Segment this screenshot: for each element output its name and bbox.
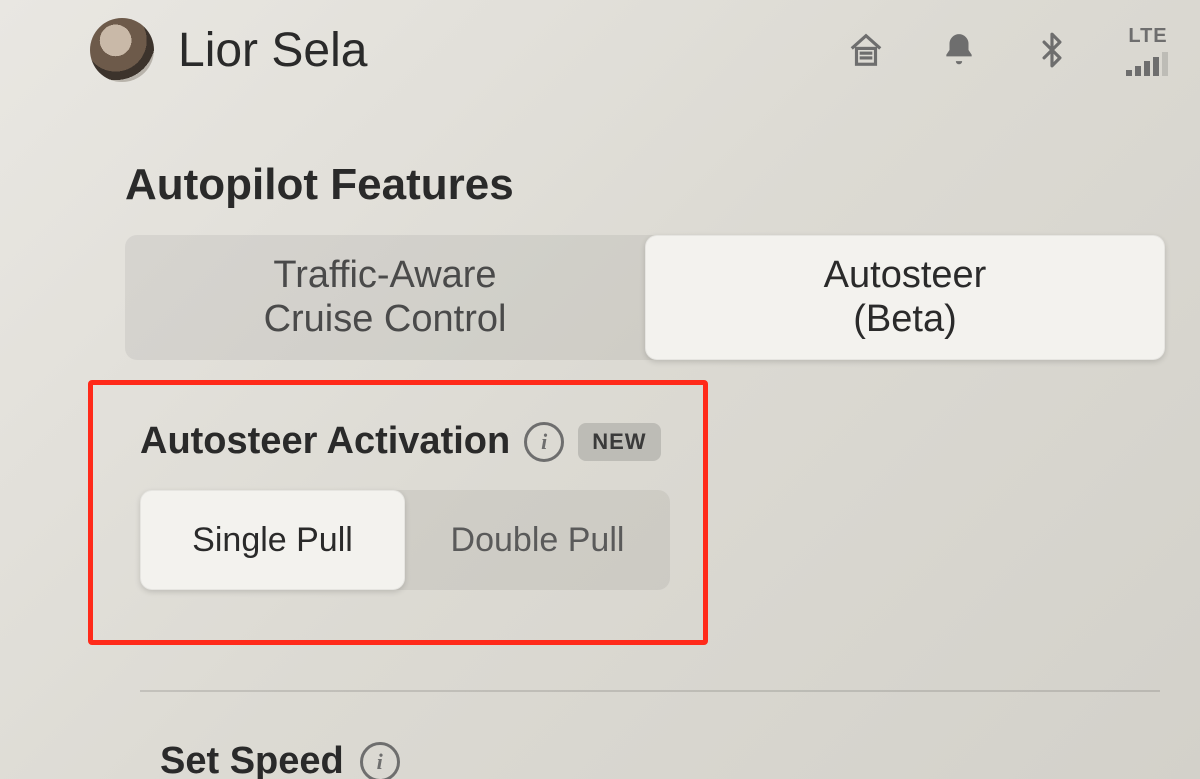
autopilot-mode-selector: Traffic-Aware Cruise Control Autosteer (… [125, 235, 1165, 360]
user-avatar[interactable] [90, 18, 154, 82]
mode-option-tacc-line1: Traffic-Aware [264, 254, 507, 298]
autosteer-activation-label: Autosteer Activation [140, 420, 510, 463]
new-badge: NEW [578, 423, 660, 461]
section-title: Autopilot Features [125, 160, 514, 210]
cellular-signal[interactable]: LTE [1126, 25, 1170, 76]
mode-option-tacc-line2: Cruise Control [264, 298, 507, 342]
mode-option-autosteer-line1: Autosteer [824, 254, 987, 298]
set-speed-label: Set Speed [160, 740, 344, 779]
signal-bars-icon [1126, 52, 1170, 76]
info-icon[interactable]: i [524, 422, 564, 462]
mode-option-tacc[interactable]: Traffic-Aware Cruise Control [125, 235, 645, 360]
network-label: LTE [1128, 25, 1167, 48]
activation-option-double-pull[interactable]: Double Pull [405, 490, 670, 590]
bluetooth-icon[interactable] [1033, 28, 1071, 72]
user-name[interactable]: Lior Sela [178, 23, 367, 78]
info-icon[interactable]: i [360, 742, 400, 779]
autosteer-activation-row: Autosteer Activation i NEW [140, 420, 661, 463]
settings-screen: Lior Sela [0, 0, 1200, 779]
divider [140, 690, 1160, 692]
mode-option-autosteer-line2: (Beta) [824, 298, 987, 342]
notifications-bell-icon[interactable] [940, 31, 978, 69]
set-speed-row: Set Speed i [160, 740, 400, 779]
activation-pull-selector: Single Pull Double Pull [140, 490, 670, 590]
activation-option-single-pull[interactable]: Single Pull [140, 490, 405, 590]
homelink-icon[interactable] [847, 31, 885, 69]
status-icons: LTE [847, 25, 1180, 76]
status-bar: Lior Sela [0, 10, 1200, 90]
mode-option-autosteer[interactable]: Autosteer (Beta) [645, 235, 1165, 360]
